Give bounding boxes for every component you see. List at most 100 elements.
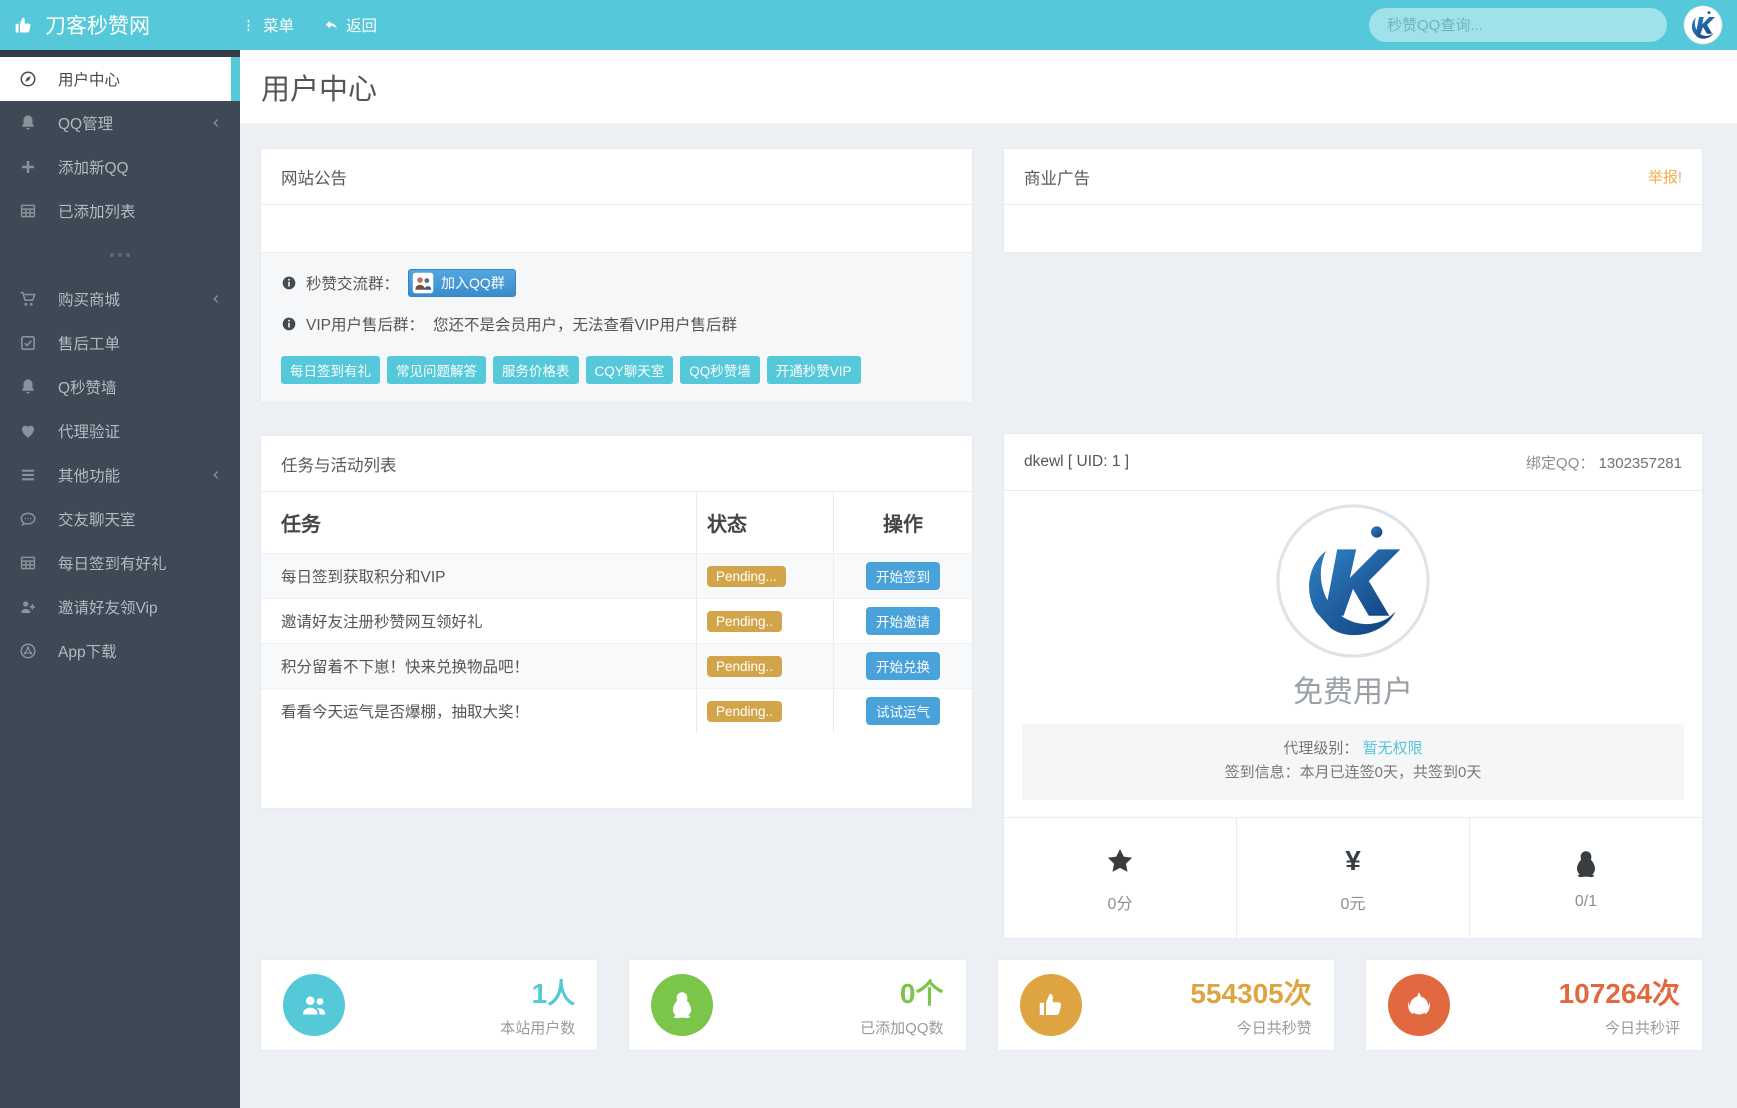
profile-stat: 0/1 (1469, 818, 1702, 938)
content-grid: 网站公告 秒赞交流群： 加入QQ群 VIP用户售后群： 您还不是会员用户，无法查… (240, 123, 1737, 939)
sidebar-item-label: 售后工单 (58, 336, 121, 353)
search-input[interactable] (1369, 8, 1667, 42)
quick-link-2[interactable]: 服务价格表 (493, 356, 579, 384)
group-label: 秒赞交流群： (306, 276, 400, 293)
sidebar-item-13[interactable]: App下载 (0, 629, 240, 673)
bell-icon (19, 114, 41, 132)
sidebar-item-7[interactable]: Q秒赞墙 (0, 365, 240, 409)
menu-button[interactable]: 菜单 (241, 14, 294, 36)
join-qq-group-button[interactable]: 加入QQ群 (408, 269, 516, 297)
task-action-cell: 开始签到 (834, 554, 972, 598)
ad-empty-body (1004, 205, 1702, 252)
table-row: 邀请好友注册秒赞网互领好礼 Pending.. 开始邀请 (261, 598, 972, 643)
comment-icon (19, 510, 41, 528)
task-action-button[interactable]: 开始邀请 (866, 607, 940, 635)
summary-card-3: 107264次 今日共秒评 (1364, 959, 1703, 1051)
brand[interactable]: 刀客秒赞网 (13, 10, 241, 40)
card-text: 0个 已添加QQ数 (860, 972, 943, 1038)
chevron-left-icon (210, 293, 222, 305)
table-row: 积分留着不下崽！快来兑换物品吧！ Pending.. 开始兑换 (261, 643, 972, 688)
sidebar-item-1[interactable]: QQ管理 (0, 101, 240, 145)
back-label: 返回 (346, 18, 378, 35)
task-action-button[interactable]: 试试运气 (866, 697, 940, 725)
report-link[interactable]: 举报! (1648, 169, 1682, 186)
yen-icon: ¥ (1345, 845, 1361, 876)
back-button[interactable]: 返回 (324, 14, 377, 36)
announcement-panel-title: 网站公告 (261, 149, 972, 205)
status-badge: Pending.. (707, 700, 783, 722)
task-action-cell: 试试运气 (834, 689, 972, 733)
summary-card-0: 1人 本站用户数 (260, 959, 599, 1051)
status-badge: Pending.. (707, 610, 783, 632)
sidebar-item-6[interactable]: 售后工单 (0, 321, 240, 365)
sidebar-item-label: App下载 (58, 644, 117, 661)
summary-card-1: 0个 已添加QQ数 (628, 959, 967, 1051)
vip-label: VIP用户售后群： (306, 317, 424, 334)
quick-link-5[interactable]: 开通秒赞VIP (766, 356, 861, 384)
profile-stat-value: 0/1 (1574, 893, 1598, 910)
profile-stat: 0分 (1004, 818, 1236, 938)
sidebar-item-2[interactable]: 添加新QQ (0, 145, 240, 189)
profile-header: dkewl [ UID: 1 ] 绑定QQ： 1302357281 (1004, 434, 1702, 491)
user-type-label: 免费用户 (1293, 676, 1413, 709)
sidebar-item-3[interactable]: 已添加列表 (0, 189, 240, 233)
brand-title: 刀客秒赞网 (45, 15, 150, 38)
sidebar-item-label: 代理验证 (58, 424, 121, 441)
sidebar-item-5[interactable]: 购买商城 (0, 277, 240, 321)
sidebar-item-label: 已添加列表 (58, 204, 136, 221)
sidebar-item-0[interactable]: 用户中心 (0, 57, 240, 101)
profile-panel: dkewl [ UID: 1 ] 绑定QQ： 1302357281 免费用户 代… (1003, 433, 1703, 939)
profile-stat-value: 0元 (1340, 896, 1366, 913)
quick-link-4[interactable]: QQ秒赞墙 (680, 356, 760, 384)
column-header-task: 任务 (281, 514, 321, 536)
card-label: 本站用户数 (500, 1020, 576, 1037)
quick-link-0[interactable]: 每日签到有礼 (281, 356, 380, 384)
check-square-icon (19, 334, 41, 352)
table-icon (19, 554, 41, 572)
sidebar-item-12[interactable]: 邀请好友领Vip (0, 585, 240, 629)
summary-card-2: 554305次 今日共秒赞 (996, 959, 1335, 1051)
app-root: 刀客秒赞网 菜单 返回 用户中心 QQ管理添加新QQ 已添加列表购买商城售后工单 Q秒… (0, 0, 1737, 1108)
status-badge: Pending.. (707, 655, 783, 677)
group-info-line: 秒赞交流群： 加入QQ群 (281, 269, 952, 297)
table-row: 每日签到获取积分和VIP Pending... 开始签到 (261, 553, 972, 598)
sidebar-item-9[interactable]: 其他功能 (0, 453, 240, 497)
tasks-panel-filler (261, 733, 972, 808)
sidebar-item-11[interactable]: 每日签到有好礼 (0, 541, 240, 585)
task-status-cell: Pending.. (696, 689, 834, 733)
profile-stat-value: 0分 (1107, 896, 1133, 913)
agent-level-link[interactable]: 暂无权限 (1363, 740, 1423, 757)
card-text: 107264次 今日共秒评 (1559, 972, 1680, 1038)
task-action-cell: 开始邀请 (834, 599, 972, 643)
profile-bind-qq: 绑定QQ： 1302357281 (1526, 452, 1682, 473)
sidebar-item-10[interactable]: 交友聊天室 (0, 497, 240, 541)
sidebar-item-label: Q秒赞墙 (58, 380, 117, 397)
sidebar-divider (0, 233, 240, 277)
bell-icon (19, 378, 41, 396)
sidebar-item-label: 邀请好友领Vip (58, 600, 158, 617)
qq-group-icon (412, 272, 434, 294)
task-name: 邀请好友注册秒赞网互领好礼 (281, 614, 483, 631)
quick-link-1[interactable]: 常见问题解答 (387, 356, 486, 384)
task-action-cell: 开始兑换 (834, 644, 972, 688)
profile-stats-row: 0分 ¥0元 0/1 (1004, 817, 1702, 938)
task-name: 每日签到获取积分和VIP (281, 569, 446, 586)
menu-icon (241, 18, 256, 33)
site-logo-icon[interactable] (1683, 5, 1723, 45)
status-badge: Pending... (707, 565, 786, 587)
thumbs-up-icon (1019, 974, 1082, 1036)
bind-qq-value: 1302357281 (1598, 454, 1682, 472)
quick-link-3[interactable]: CQY聊天室 (585, 356, 674, 384)
task-action-button[interactable]: 开始签到 (866, 562, 940, 590)
sidebar-nav: 用户中心 QQ管理 添加新QQ 已添加列表购买商城售后工单 Q秒赞墙代理验证其他功能 交友… (0, 57, 240, 673)
card-text: 1人 本站用户数 (500, 972, 575, 1038)
bind-qq-label: 绑定QQ： (1526, 454, 1595, 472)
list-icon (19, 466, 41, 484)
ad-panel: 商业广告 举报! (1003, 148, 1703, 253)
task-action-button[interactable]: 开始兑换 (866, 652, 940, 680)
announcement-panel: 网站公告 秒赞交流群： 加入QQ群 VIP用户售后群： 您还不是会员用户，无法查… (260, 148, 973, 403)
card-value: 0个 (899, 978, 944, 1009)
users-icon (283, 974, 345, 1036)
sidebar-item-8[interactable]: 代理验证 (0, 409, 240, 453)
main-content: 用户中心 网站公告 秒赞交流群： 加入QQ群 VIP用户售后群： 您还不是会员用… (240, 50, 1737, 1108)
